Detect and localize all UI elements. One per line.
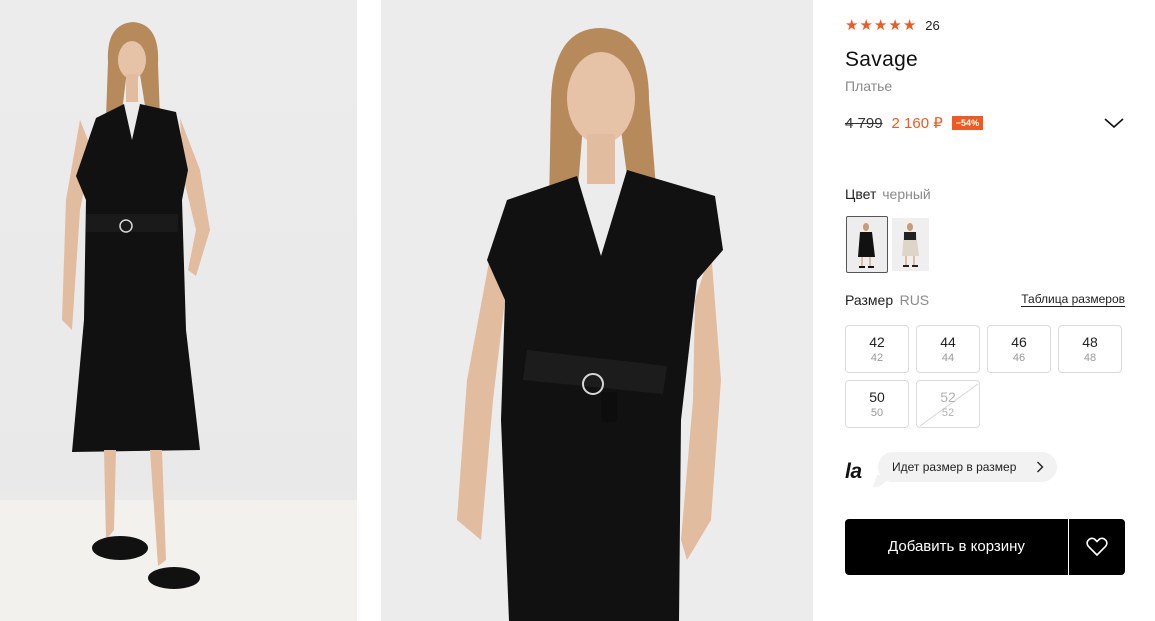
star-icon: ★ [845,16,859,34]
size-option-44[interactable]: 44 44 [916,325,980,373]
swatch-beige-image [902,223,919,267]
size-option-48[interactable]: 48 48 [1058,325,1122,373]
color-swatch-beige[interactable] [892,218,929,271]
size-main-value: 50 [869,389,885,405]
star-icon: ★ [859,16,873,34]
size-sub-value: 44 [941,352,955,364]
fit-logo: la [845,460,862,483]
color-selector-label: Цвет черный [845,186,931,202]
chevron-right-icon [1037,461,1044,473]
fit-advice-text: Идет размер в размер [892,460,1017,474]
size-label: Размер [845,292,894,308]
size-main-value: 46 [1011,334,1027,350]
brand-name[interactable]: Savage [845,48,918,72]
product-info-panel: ★ ★ ★ ★ ★ 26 Savage Платье 4 799 2 160 ₽… [845,0,1135,621]
fit-advice-bubble[interactable]: Идет размер в размер [878,452,1057,482]
size-main-value: 52 [940,389,956,405]
sale-price: 2 160 ₽ [891,115,943,132]
size-main-value: 44 [940,334,956,350]
color-value: черный [882,186,931,202]
size-option-46[interactable]: 46 46 [987,325,1051,373]
discount-badge: −54% [951,116,984,130]
size-main-value: 42 [869,334,885,350]
size-table-link[interactable]: Таблица размеров [1021,293,1125,307]
swatch-black-image [858,223,875,268]
color-swatch-black[interactable] [846,216,888,273]
model-closeup-image [457,28,723,621]
heart-icon [1086,537,1108,557]
size-sub-value: 42 [870,352,884,364]
rating[interactable]: ★ ★ ★ ★ ★ 26 [845,16,940,34]
rating-stars: ★ ★ ★ ★ ★ [845,16,916,34]
model-full-image [0,22,357,621]
star-icon: ★ [902,16,917,34]
color-label: Цвет [845,186,877,202]
size-sub-value: 48 [1083,352,1097,364]
product-photo-closeup[interactable] [381,0,813,621]
product-photo-full[interactable] [0,0,357,621]
size-option-52-unavailable[interactable]: 52 52 [916,380,980,428]
reviews-count[interactable]: 26 [925,18,939,33]
size-sub-value: 52 [941,407,955,419]
size-sub-value: 50 [870,407,884,419]
product-category: Платье [845,78,893,94]
size-header: Размер RUS Таблица размеров [845,292,1125,310]
chevron-down-icon[interactable] [1102,113,1126,133]
star-icon: ★ [888,16,902,34]
star-icon: ★ [873,16,888,34]
size-option-50[interactable]: 50 50 [845,380,909,428]
size-main-value: 48 [1082,334,1098,350]
price-row: 4 799 2 160 ₽ −54% [845,114,984,132]
size-option-42[interactable]: 42 42 [845,325,909,373]
favorite-button[interactable] [1069,519,1125,575]
size-system[interactable]: RUS [900,292,930,308]
old-price: 4 799 [845,114,883,132]
add-to-cart-button[interactable]: Добавить в корзину [845,519,1068,575]
size-sub-value: 46 [1012,352,1026,364]
